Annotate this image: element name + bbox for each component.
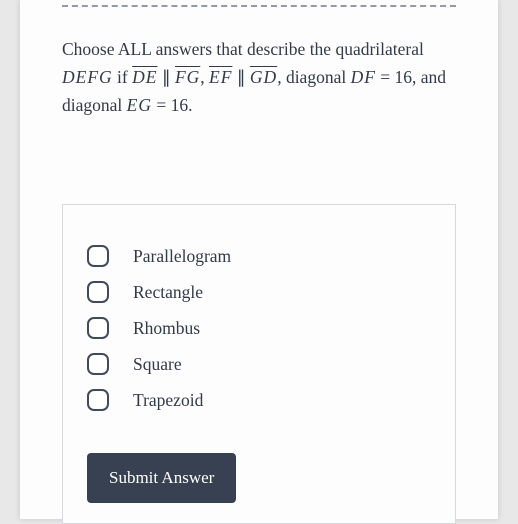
diag1-lead: , diagonal	[277, 67, 350, 87]
option-row: Trapezoid	[83, 389, 435, 411]
math-diag-df: DF	[351, 67, 376, 87]
question-if: if	[113, 67, 132, 87]
option-row: Square	[83, 353, 435, 375]
question-lead: Choose ALL answers that describe the qua…	[62, 39, 424, 59]
period: .	[188, 95, 192, 115]
checkbox-trapezoid[interactable]	[87, 389, 109, 411]
math-diag-eg: EG	[127, 95, 152, 115]
option-row: Parallelogram	[83, 245, 435, 267]
checkbox-square[interactable]	[87, 353, 109, 375]
option-label: Rhombus	[133, 318, 200, 339]
option-row: Rectangle	[83, 281, 435, 303]
option-label: Trapezoid	[133, 390, 203, 411]
eq-1: =	[376, 67, 395, 87]
section-divider	[62, 5, 456, 7]
option-label: Rectangle	[133, 282, 203, 303]
checkbox-rhombus[interactable]	[87, 317, 109, 339]
checkbox-parallelogram[interactable]	[87, 245, 109, 267]
eq-2: =	[152, 95, 171, 115]
math-parallel-2: ∥	[232, 67, 250, 87]
diag1-value: 16	[395, 67, 413, 87]
diag2-value: 16	[171, 95, 189, 115]
math-segment-fg: FG	[175, 67, 200, 87]
option-label: Parallelogram	[133, 246, 231, 267]
submit-button[interactable]: Submit Answer	[87, 453, 236, 503]
option-label: Square	[133, 354, 182, 375]
comma-1: ,	[200, 67, 209, 87]
math-segment-de: DE	[132, 67, 157, 87]
checkbox-rectangle[interactable]	[87, 281, 109, 303]
page-container: Choose ALL answers that describe the qua…	[20, 0, 498, 519]
option-row: Rhombus	[83, 317, 435, 339]
math-parallel-1: ∥	[157, 67, 175, 87]
math-segment-gd: GD	[250, 67, 277, 87]
question-prompt: Choose ALL answers that describe the qua…	[40, 35, 478, 119]
math-quad-name: DEFG	[62, 67, 113, 87]
answer-box: Parallelogram Rectangle Rhombus Square T…	[62, 204, 456, 524]
math-segment-ef: EF	[209, 67, 232, 87]
